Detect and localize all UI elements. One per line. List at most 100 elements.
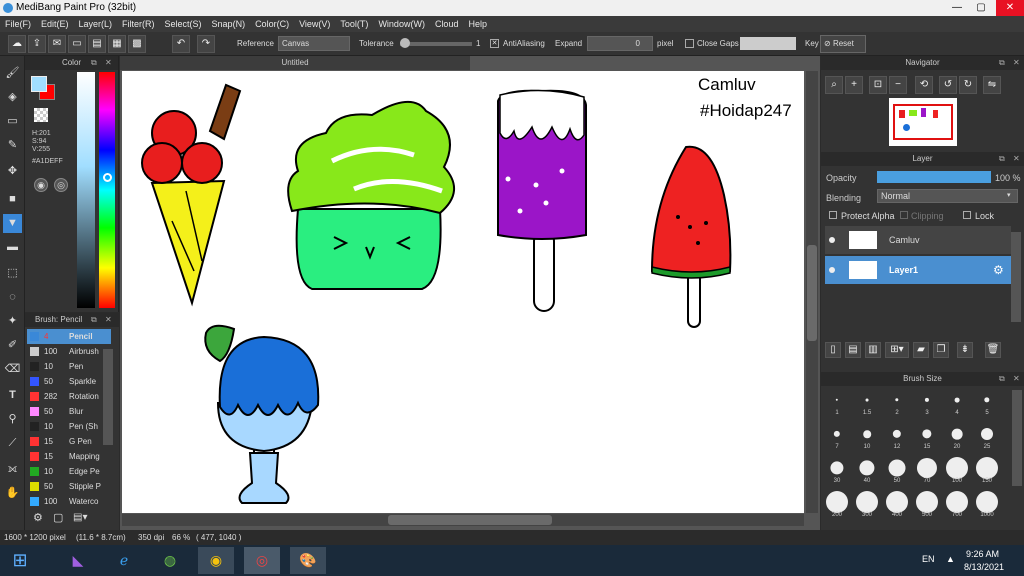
layer-row-layer1[interactable]: Layer1 ⚙ <box>825 256 1011 284</box>
brush-size-option[interactable]: 300 <box>853 490 881 518</box>
reference-select[interactable]: Canvas <box>278 36 350 51</box>
transparent-color-swatch[interactable] <box>34 108 48 122</box>
add-layer-menu-icon[interactable]: ⊞▾ <box>885 342 909 358</box>
brush-size-option[interactable]: 200 <box>823 490 851 518</box>
brush-size-option[interactable]: 2 <box>883 388 911 416</box>
windows-start-icon[interactable]: ⊞ <box>2 547 38 574</box>
brush-item[interactable]: 100 Waterco <box>27 494 111 509</box>
delete-layer-icon[interactable]: 🗑 <box>985 342 1001 358</box>
undo-button[interactable]: ↶ <box>172 35 190 53</box>
maximize-button[interactable]: ▢ <box>970 0 992 16</box>
brush-size-option[interactable]: 1000 <box>973 490 1001 518</box>
tolerance-knob[interactable] <box>400 38 410 48</box>
panel-close-icon[interactable]: ✕ <box>105 315 112 324</box>
visibility-icon[interactable] <box>829 267 835 273</box>
brush-size-option[interactable]: 1 <box>823 388 851 416</box>
panel-close-icon[interactable]: ✕ <box>1013 374 1020 383</box>
panel-detach-icon[interactable]: ⧉ <box>91 315 97 325</box>
flip-icon[interactable]: ⇋ <box>983 76 1001 94</box>
reset-button[interactable]: ⊘ Reset <box>820 35 866 53</box>
hand-tool-icon[interactable]: ✋ <box>3 484 22 503</box>
share-icon[interactable]: ⇪ <box>28 35 46 53</box>
brush-size-option[interactable]: 70 <box>913 456 941 484</box>
bucket-tool-icon[interactable]: ▼ <box>3 214 22 233</box>
close-button[interactable]: ✕ <box>996 0 1024 16</box>
brush-size-option[interactable]: 15 <box>913 422 941 450</box>
merge-layer-icon[interactable]: ⇟ <box>957 342 973 358</box>
zoom-fit-icon[interactable]: ⌕ <box>825 76 843 94</box>
redo-button[interactable]: ↷ <box>197 35 215 53</box>
chrome-icon[interactable]: ◉ <box>198 547 234 574</box>
menu-item-windoww[interactable]: Window(W) <box>373 16 430 32</box>
select-pen-icon[interactable]: ✐ <box>3 336 22 355</box>
close-gaps-slider[interactable] <box>740 37 796 50</box>
brush-size-option[interactable]: 150 <box>973 456 1001 484</box>
menu-item-viewv[interactable]: View(V) <box>294 16 335 32</box>
opacity-slider[interactable] <box>877 171 991 183</box>
brush-item[interactable]: 15 G Pen <box>27 434 111 449</box>
expand-input[interactable]: 0 <box>587 36 653 51</box>
brush-size-option[interactable]: 1.5 <box>853 388 881 416</box>
brush-size-option[interactable]: 500 <box>913 490 941 518</box>
tray-chevron-icon[interactable]: ▲ <box>946 554 955 564</box>
brush-size-option[interactable]: 12 <box>883 422 911 450</box>
brush-item[interactable]: 15 Mapping <box>27 449 111 464</box>
brush-item[interactable]: 10 Edge Pe <box>27 464 111 479</box>
brush-item[interactable]: 4 Pencil <box>27 329 111 344</box>
drawing-canvas[interactable]: Camluv #Hoidap247 <box>122 71 804 513</box>
material-icon[interactable]: ▦ <box>108 35 126 53</box>
antialiasing-checkbox[interactable]: ✕ <box>490 39 499 48</box>
menu-item-cloud[interactable]: Cloud <box>430 16 464 32</box>
rotate-reset-icon[interactable]: ⟲ <box>915 76 933 94</box>
cloud-icon[interactable]: ☁ <box>8 35 26 53</box>
menu-item-selects[interactable]: Select(S) <box>160 16 207 32</box>
move-tool-icon[interactable]: ✥ <box>3 162 22 181</box>
menu-item-layerl[interactable]: Layer(L) <box>74 16 118 32</box>
grid-icon[interactable]: ▩ <box>128 35 146 53</box>
protect-alpha-checkbox[interactable] <box>829 211 837 219</box>
brush-size-option[interactable]: 3 <box>913 388 941 416</box>
menu-item-toolt[interactable]: Tool(T) <box>335 16 373 32</box>
hue-bar[interactable] <box>99 72 115 308</box>
brush-size-option[interactable]: 10 <box>853 422 881 450</box>
brush-menu-icon[interactable]: ▤▾ <box>73 511 93 525</box>
brush-size-option[interactable]: 30 <box>823 456 851 484</box>
blending-select[interactable]: Normal <box>877 189 1018 203</box>
visibility-icon[interactable] <box>829 237 835 243</box>
new-8bit-layer-icon[interactable]: ▥ <box>865 342 881 358</box>
brush-item[interactable]: 50 Stipple P <box>27 479 111 494</box>
canvas-vertical-scrollbar[interactable] <box>806 71 818 513</box>
lock-checkbox[interactable] <box>963 211 971 219</box>
zoom-out-icon[interactable]: − <box>889 76 907 94</box>
layer-settings-icon[interactable]: ⚙ <box>993 256 1004 284</box>
coccoc-browser-icon[interactable]: ◍ <box>152 547 188 574</box>
pen-tool-icon[interactable]: ✎ <box>3 136 22 155</box>
brush-size-option[interactable]: 5 <box>973 388 1001 416</box>
brush-tool-icon[interactable]: 🖌 <box>3 64 22 83</box>
clock-time[interactable]: 9:26 AM <box>966 549 999 559</box>
select-tool-icon[interactable]: ⬚ <box>3 264 22 283</box>
brush-size-scrollbar[interactable] <box>1012 390 1022 486</box>
menu-item-help[interactable]: Help <box>463 16 492 32</box>
navigator-preview[interactable] <box>889 98 957 146</box>
new-layer-icon[interactable]: ▯ <box>825 342 841 358</box>
panel-detach-icon[interactable]: ⧉ <box>999 58 1005 68</box>
zoom-in-icon[interactable]: + <box>845 76 863 94</box>
tolerance-slider[interactable] <box>400 42 472 46</box>
new-halftone-layer-icon[interactable]: ▤ <box>845 342 861 358</box>
brush-add-icon[interactable]: ⚙ <box>33 511 47 525</box>
brush-size-option[interactable]: 100 <box>943 456 971 484</box>
rotate-right-icon[interactable]: ↻ <box>959 76 977 94</box>
comment-icon[interactable]: ✉ <box>48 35 66 53</box>
chat-icon[interactable]: ▭ <box>68 35 86 53</box>
eraser-tool-icon[interactable]: ◈ <box>3 88 22 107</box>
clock-date[interactable]: 8/13/2021 <box>964 562 1004 572</box>
visual-studio-icon[interactable]: ◣ <box>60 547 96 574</box>
vertical-scroll-thumb[interactable] <box>807 245 817 341</box>
paint-icon[interactable]: 🎨 <box>290 547 326 574</box>
saturation-value-bar[interactable] <box>77 72 95 308</box>
brush-item[interactable]: 10 Pen (Sh <box>27 419 111 434</box>
brush-new-icon[interactable]: ▢ <box>53 511 67 525</box>
primary-color-swatch[interactable] <box>31 76 47 92</box>
brush-item[interactable]: 10 Pen <box>27 359 111 374</box>
